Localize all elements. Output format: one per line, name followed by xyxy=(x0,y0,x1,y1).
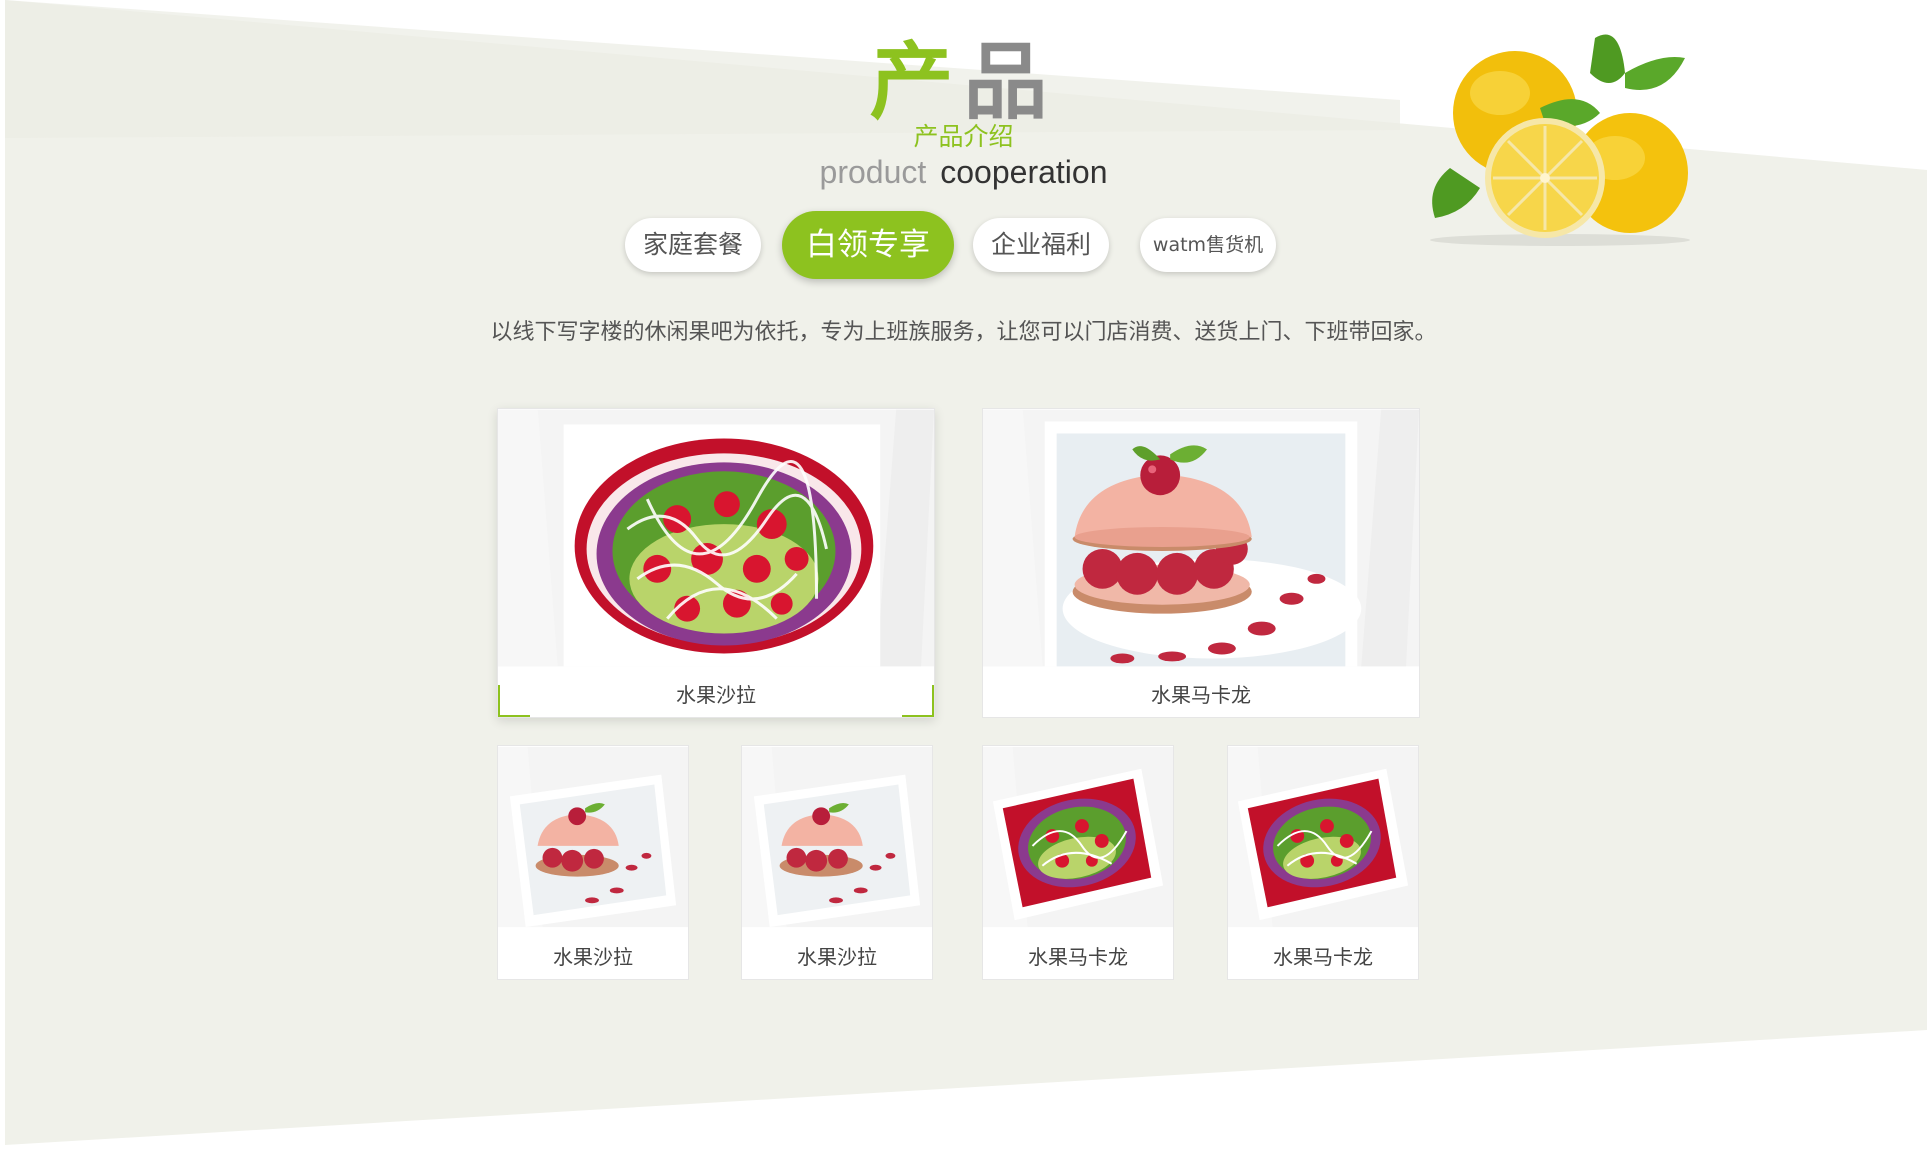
product-name: 水果马卡龙 xyxy=(1273,945,1373,969)
product-name: 水果沙拉 xyxy=(797,945,877,969)
product-card-small-1[interactable]: 水果沙拉 xyxy=(497,745,689,980)
fruit-salad-thumbnail xyxy=(1228,746,1418,928)
highlight-corner-right xyxy=(902,685,934,717)
raspberry-macaron-thumbnail xyxy=(742,746,932,928)
tab-family-package[interactable]: 家庭套餐 xyxy=(625,218,761,272)
product-name: 水果马卡龙 xyxy=(1151,683,1251,707)
product-card-macaron[interactable]: 水果马卡龙 xyxy=(982,408,1420,718)
product-card-fruit-salad[interactable]: 水果沙拉 xyxy=(497,408,935,718)
highlight-corner-left xyxy=(498,685,530,717)
raspberry-macaron-thumbnail xyxy=(498,746,688,928)
product-description: 以线下写字楼的休闲果吧为依托，专为上班族服务，让您可以门店消费、送货上门、下班带… xyxy=(490,320,1437,345)
product-name: 水果沙拉 xyxy=(553,945,633,969)
tab-vending-machine[interactable]: watm售货机 xyxy=(1140,218,1276,272)
fruit-salad-image xyxy=(498,409,934,667)
product-name: 水果沙拉 xyxy=(676,683,756,707)
english-heading-part-1: product xyxy=(819,154,927,190)
english-heading-part-2: cooperation xyxy=(940,154,1108,190)
product-card-small-4[interactable]: 水果马卡龙 xyxy=(1227,745,1419,980)
product-card-small-2[interactable]: 水果沙拉 xyxy=(741,745,933,980)
title-part-2: 品 xyxy=(963,33,1058,131)
title-part-1: 产 xyxy=(869,33,964,131)
fruit-salad-thumbnail xyxy=(983,746,1173,928)
product-name: 水果马卡龙 xyxy=(1028,945,1128,969)
tab-white-collar[interactable]: 白领专享 xyxy=(782,211,954,279)
lemons-image xyxy=(1430,34,1690,246)
tab-enterprise-welfare[interactable]: 企业福利 xyxy=(973,218,1109,272)
raspberry-macaron-image xyxy=(983,409,1419,667)
product-card-small-3[interactable]: 水果马卡龙 xyxy=(982,745,1174,980)
